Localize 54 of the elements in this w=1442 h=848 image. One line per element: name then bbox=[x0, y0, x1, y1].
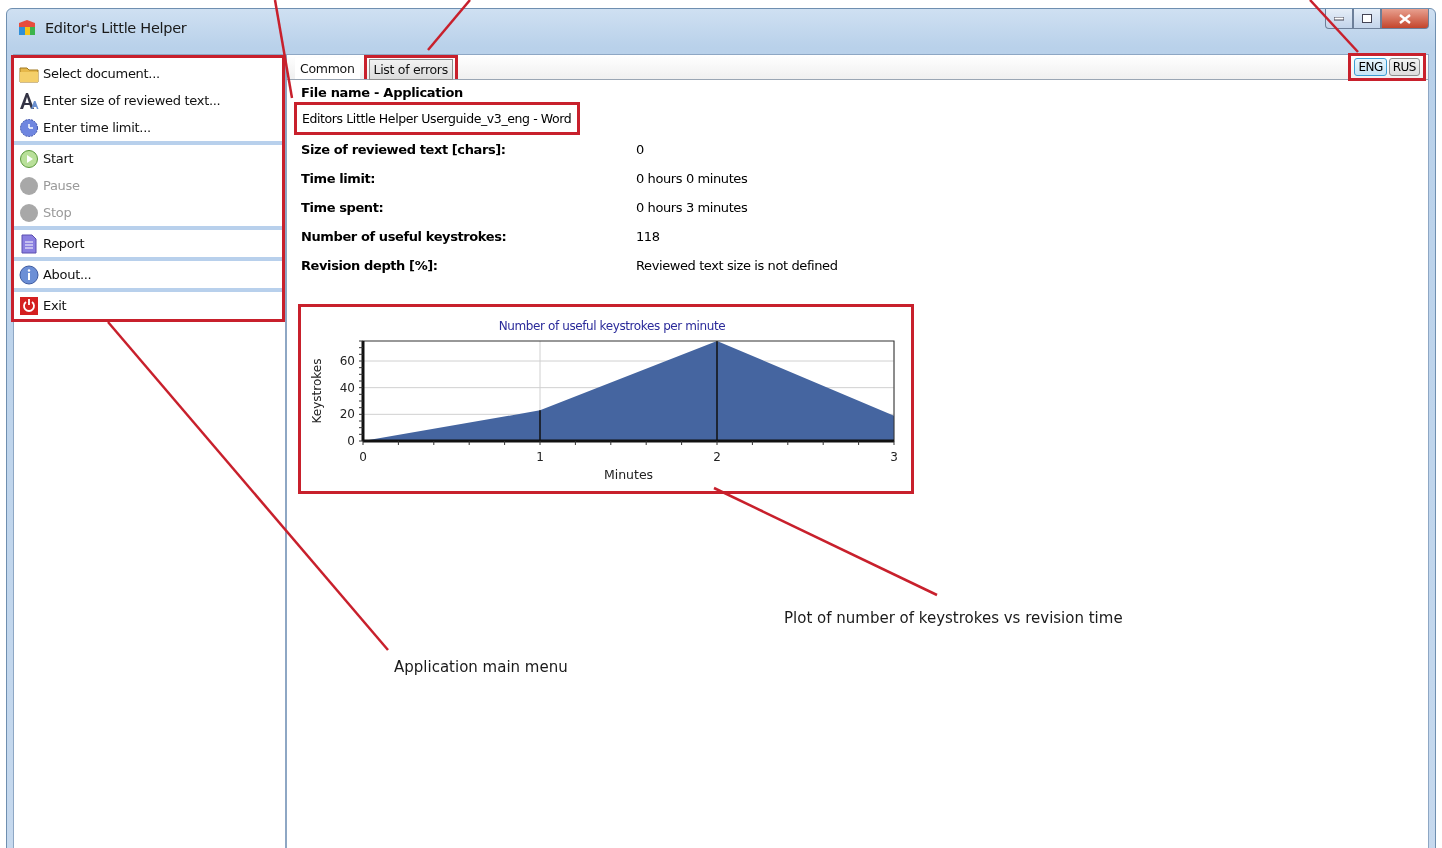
circle-icon bbox=[19, 175, 39, 196]
field-label: Time spent: bbox=[301, 200, 385, 215]
menu-item[interactable]: Enter time limit... bbox=[14, 114, 282, 141]
menu-item[interactable]: Enter size of reviewed text... bbox=[14, 87, 282, 114]
field-label: Time limit: bbox=[301, 171, 377, 186]
info-icon bbox=[19, 264, 39, 285]
field-label: Number of useful keystrokes: bbox=[301, 229, 508, 244]
menu-item[interactable]: About... bbox=[14, 261, 282, 288]
language-button[interactable]: ENG bbox=[1354, 58, 1387, 76]
close-button[interactable] bbox=[1381, 9, 1429, 29]
play-icon bbox=[19, 148, 39, 169]
axis-tick-label: 0 bbox=[347, 434, 355, 448]
close-icon bbox=[1399, 13, 1411, 24]
field-label: Revision depth [%]: bbox=[301, 258, 439, 273]
field-value: 118 bbox=[636, 229, 661, 244]
axis-title: Minutes bbox=[603, 467, 654, 482]
annotation-text: Plot of number of keystrokes vs revision time bbox=[784, 609, 1123, 627]
axis-tick-label: 20 bbox=[339, 407, 355, 422]
power-icon bbox=[19, 295, 39, 316]
language-button[interactable]: RUS bbox=[1388, 58, 1420, 76]
minimize-icon bbox=[1334, 16, 1344, 21]
menu-item[interactable]: Start bbox=[14, 145, 282, 172]
font-icon bbox=[19, 90, 39, 111]
axis-tick-label: 1 bbox=[536, 450, 544, 464]
menu-item[interactable]: Select document... bbox=[14, 60, 282, 87]
field-value: Reviewed text size is not defined bbox=[636, 258, 839, 273]
field-label: Size of reviewed text [chars]: bbox=[301, 142, 507, 157]
circle-icon bbox=[19, 202, 39, 223]
axis-tick-label: 2 bbox=[713, 450, 721, 464]
file-name-heading: File name - Application bbox=[301, 85, 464, 102]
file-name-value: Editors Little Helper Userguide_v3_eng - Word bbox=[302, 111, 572, 126]
field-value: 0 hours 3 minutes bbox=[636, 200, 749, 215]
tab[interactable]: List of errors bbox=[368, 59, 453, 80]
axis-tick-label: 40 bbox=[339, 380, 355, 395]
tab[interactable]: Common bbox=[295, 58, 360, 79]
menu-item[interactable]: Report bbox=[14, 230, 282, 257]
field-value: 0 hours 0 minutes bbox=[636, 171, 749, 186]
app-logo-icon bbox=[17, 17, 37, 38]
axis-tick-label: 60 bbox=[339, 354, 355, 368]
field-value: 0 bbox=[636, 142, 645, 157]
chart-title: Number of useful keystrokes per minute bbox=[498, 319, 726, 333]
clock-icon bbox=[19, 117, 39, 138]
axis-tick-label: 3 bbox=[890, 450, 898, 464]
leader-line bbox=[427, 0, 471, 51]
window-title: Editor's Little Helper bbox=[45, 19, 188, 36]
axis-title: Keystrokes bbox=[310, 358, 324, 424]
annotation-text: Application main menu bbox=[394, 658, 568, 676]
axis-tick-label: 0 bbox=[359, 450, 367, 464]
minimize-button[interactable] bbox=[1325, 9, 1353, 29]
maximize-button[interactable] bbox=[1353, 9, 1381, 29]
document-icon bbox=[19, 233, 39, 254]
menu-item[interactable]: Exit bbox=[14, 292, 282, 319]
reference-line bbox=[539, 409, 541, 442]
maximize-icon bbox=[1362, 14, 1372, 23]
